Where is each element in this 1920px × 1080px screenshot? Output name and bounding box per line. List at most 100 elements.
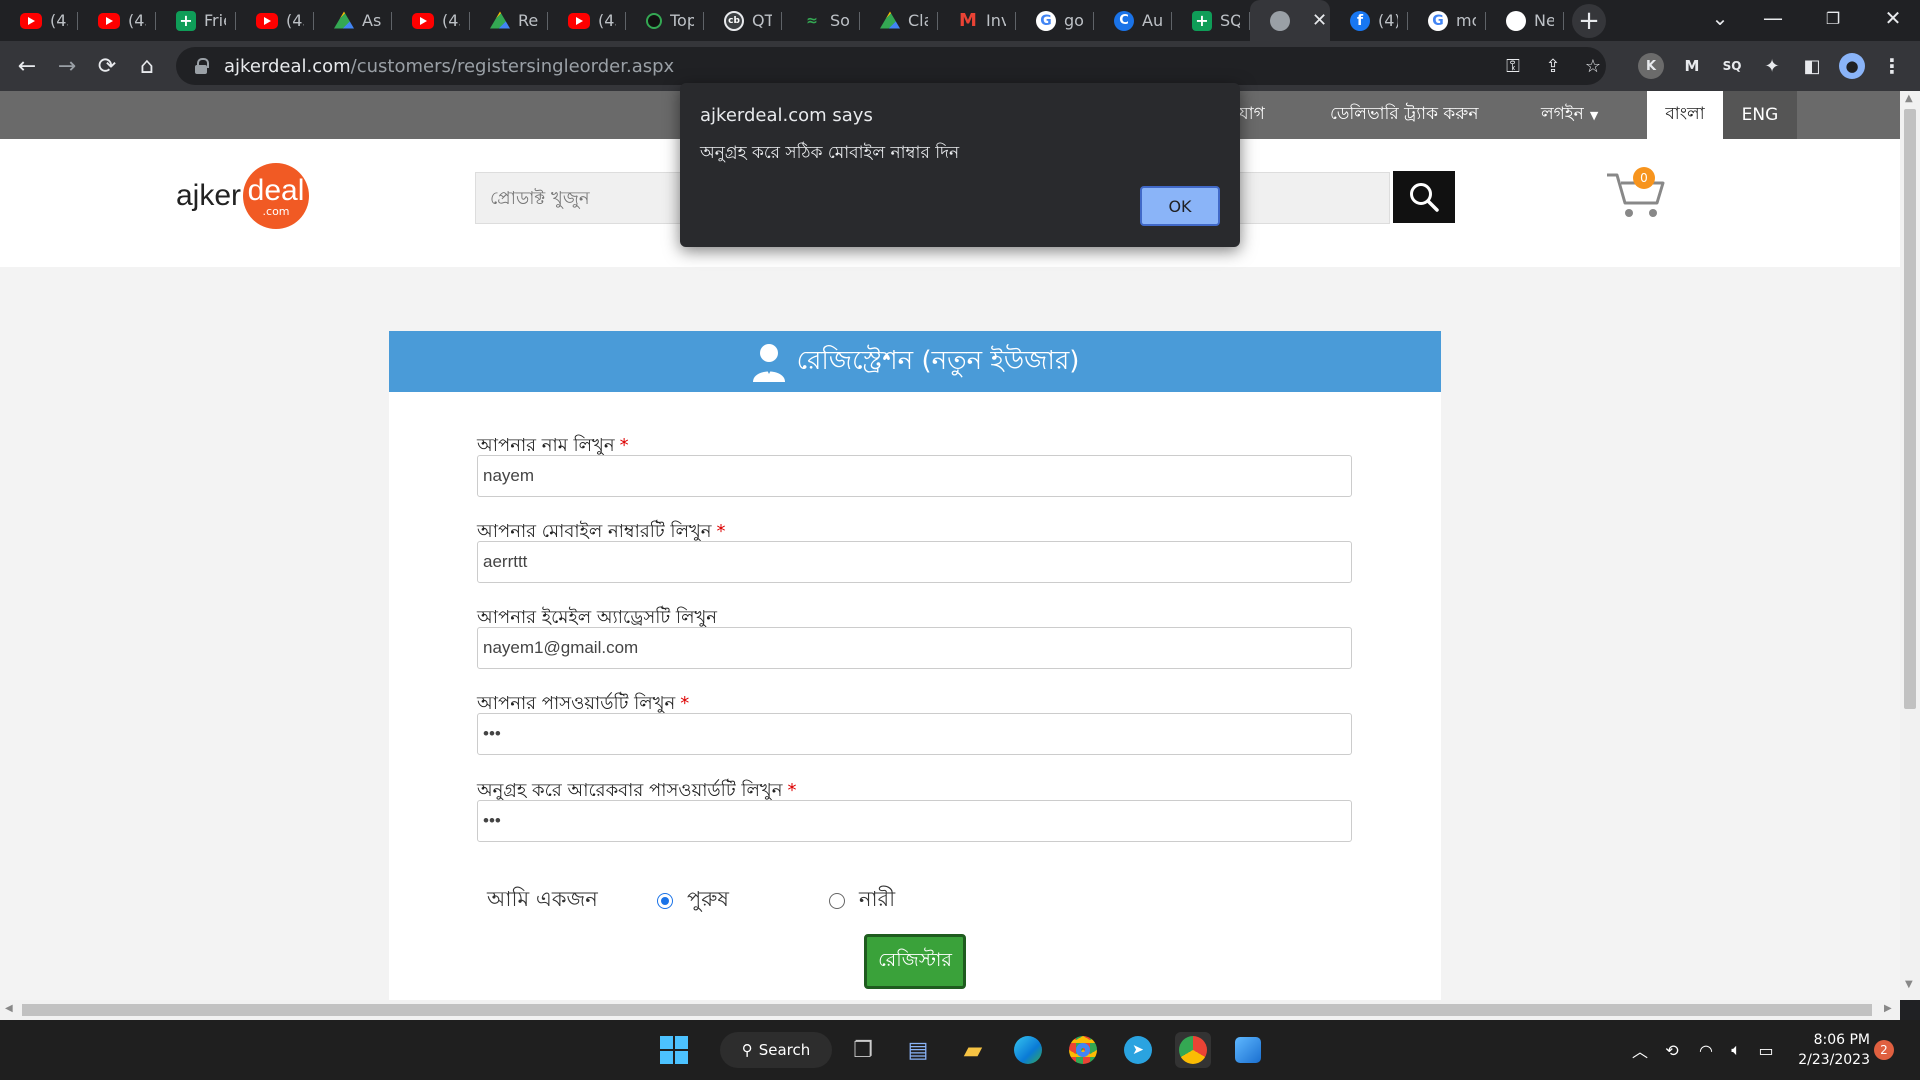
tab-top[interactable]: Top bbox=[626, 0, 704, 41]
tab-drive-3[interactable]: Clas bbox=[860, 0, 938, 41]
tab-youtube-3[interactable]: (45) bbox=[236, 0, 314, 41]
tab-drive-2[interactable]: Resu bbox=[470, 0, 548, 41]
gender-male-option[interactable]: পুরুষ bbox=[657, 883, 729, 918]
tab-new[interactable]: New bbox=[1486, 0, 1564, 41]
language-english-button[interactable]: ENG bbox=[1723, 91, 1797, 139]
scroll-up-arrow-icon[interactable]: ▲ bbox=[1905, 93, 1913, 104]
battery-icon[interactable]: ▭ bbox=[1752, 1034, 1780, 1066]
mobile-input[interactable]: aerrttt bbox=[477, 541, 1352, 583]
tab-label: (45) bbox=[128, 11, 146, 30]
forward-button[interactable]: → bbox=[47, 41, 87, 91]
horizontal-scrollbar[interactable]: ◀ ▶ bbox=[0, 1000, 1900, 1020]
scroll-right-arrow-icon[interactable]: ▶ bbox=[1884, 1003, 1892, 1014]
register-button[interactable]: রেজিস্টার bbox=[864, 934, 966, 989]
restore-button[interactable]: ❐ bbox=[1805, 0, 1861, 36]
tab-soft[interactable]: ≈ Soft bbox=[782, 0, 860, 41]
extension-m-icon[interactable]: M bbox=[1679, 53, 1705, 79]
task-view-icon[interactable]: ❐ bbox=[845, 1032, 881, 1068]
extension-k-icon[interactable]: K bbox=[1638, 53, 1664, 79]
alert-ok-button[interactable]: OK bbox=[1140, 186, 1220, 226]
sync-icon[interactable]: ⟲ bbox=[1658, 1034, 1686, 1066]
confirm-password-input[interactable]: ••• bbox=[477, 800, 1352, 842]
tab-label: (4) F bbox=[1378, 11, 1398, 30]
radio-male[interactable] bbox=[657, 892, 673, 909]
email-input[interactable]: nayem1@gmail.com bbox=[477, 627, 1352, 669]
reload-button[interactable]: ⟳ bbox=[87, 41, 127, 91]
edge-icon[interactable] bbox=[1010, 1032, 1046, 1068]
telegram-logo: ➤ bbox=[1124, 1036, 1152, 1064]
youtube-icon bbox=[568, 12, 590, 29]
close-tab-icon[interactable]: ✕ bbox=[1312, 10, 1327, 31]
ajkerdeal-logo[interactable]: ajker deal .com bbox=[176, 161, 310, 231]
required-asterisk: * bbox=[787, 780, 797, 801]
tab-qtg[interactable]: cb QTG bbox=[704, 0, 782, 41]
drive-icon bbox=[490, 11, 510, 29]
chrome-profile-logo bbox=[1179, 1036, 1207, 1064]
cart-button[interactable]: 0 bbox=[1605, 167, 1669, 219]
close-window-button[interactable]: ✕ bbox=[1865, 0, 1920, 36]
logo-circle: deal .com bbox=[243, 163, 310, 229]
tab-google-2[interactable]: Gmok bbox=[1408, 0, 1486, 41]
tab-youtube-4[interactable]: (45) bbox=[392, 0, 470, 41]
name-input[interactable]: nayem bbox=[477, 455, 1352, 497]
alert-dialog: ajkerdeal.com says অনুগ্রহ করে সঠিক মোবা… bbox=[680, 83, 1240, 247]
login-dropdown[interactable]: লগইন ▼ bbox=[1541, 91, 1598, 139]
tab-auto[interactable]: C Autc bbox=[1094, 0, 1172, 41]
password-input[interactable]: ••• bbox=[477, 713, 1352, 755]
radio-female[interactable] bbox=[829, 892, 845, 909]
home-button[interactable]: ⌂ bbox=[127, 41, 167, 91]
google-icon: G bbox=[1428, 10, 1448, 31]
tab-youtube-1[interactable]: (45) bbox=[0, 0, 78, 41]
scroll-down-arrow-icon[interactable]: ▼ bbox=[1905, 979, 1913, 990]
file-explorer-icon[interactable]: ▰ bbox=[955, 1032, 991, 1068]
notification-badge[interactable]: 2 bbox=[1874, 1040, 1894, 1060]
chrome-profile-icon[interactable] bbox=[1175, 1032, 1211, 1068]
password-label-text: আপনার পাসওয়ার্ডটি লিখুন bbox=[477, 693, 676, 714]
tab-gmail[interactable]: M Invit bbox=[938, 0, 1016, 41]
horizontal-scroll-thumb[interactable] bbox=[22, 1004, 1872, 1016]
tab-youtube-5[interactable]: (45) bbox=[548, 0, 626, 41]
wifi-icon[interactable]: ◠ bbox=[1692, 1034, 1720, 1066]
tab-youtube-2[interactable]: (45) bbox=[78, 0, 156, 41]
language-bangla-button[interactable]: বাংলা bbox=[1647, 91, 1723, 139]
show-hidden-icons-chevron-icon[interactable]: ︿ bbox=[1628, 1034, 1652, 1066]
chrome-icon[interactable] bbox=[1065, 1032, 1101, 1068]
tab-facebook[interactable]: f (4) F bbox=[1330, 0, 1408, 41]
extensions-puzzle-icon[interactable]: ✦ bbox=[1759, 53, 1785, 79]
address-bar[interactable]: ajkerdeal.com/customers/registersingleor… bbox=[176, 47, 1606, 85]
search-button[interactable] bbox=[1393, 171, 1455, 223]
side-panel-icon[interactable]: ◧ bbox=[1799, 53, 1825, 79]
tab-google-1[interactable]: Ggoo bbox=[1016, 0, 1094, 41]
menu-kebab-icon[interactable]: ⋮ bbox=[1879, 53, 1905, 79]
volume-icon[interactable]: 🔈︎ bbox=[1722, 1034, 1750, 1066]
gender-female-option[interactable]: নারী bbox=[829, 883, 895, 918]
bookmark-star-icon[interactable]: ☆ bbox=[1578, 47, 1608, 85]
minimize-button[interactable]: — bbox=[1745, 0, 1801, 36]
vertical-scroll-thumb[interactable] bbox=[1904, 109, 1916, 709]
tab-active[interactable]: (✕ bbox=[1250, 0, 1330, 41]
taskbar-search-label: Search bbox=[758, 1041, 811, 1059]
tab-sheets-1[interactable]: + Frier bbox=[156, 0, 236, 41]
telegram-icon[interactable]: ➤ bbox=[1120, 1032, 1156, 1068]
search-icon bbox=[1410, 183, 1439, 212]
tab-search-chevron-icon[interactable]: ⌄ bbox=[1692, 0, 1748, 36]
track-delivery-link[interactable]: ডেলিভারি ট্র্যাক করুন bbox=[1330, 91, 1478, 139]
back-button[interactable]: ← bbox=[7, 41, 47, 91]
taskbar-search[interactable]: ⚲ Search bbox=[720, 1032, 832, 1068]
key-icon[interactable]: ⚿ bbox=[1498, 47, 1528, 85]
tab-drive-1[interactable]: Assi bbox=[314, 0, 392, 41]
tab-sheets-2[interactable]: + SQA bbox=[1172, 0, 1250, 41]
share-icon[interactable]: ⇪ bbox=[1538, 47, 1568, 85]
tab-label: mok bbox=[1456, 11, 1476, 30]
new-tab-button[interactable]: + bbox=[1572, 3, 1606, 38]
gender-prompt: আমি একজন bbox=[487, 887, 598, 911]
photos-icon[interactable]: ▤ bbox=[900, 1032, 936, 1068]
windows-start-icon[interactable] bbox=[656, 1032, 692, 1068]
scroll-left-arrow-icon[interactable]: ◀ bbox=[5, 1003, 13, 1014]
vertical-scrollbar[interactable]: ▲ ▼ bbox=[1900, 91, 1920, 1000]
profile-avatar[interactable]: ● bbox=[1839, 53, 1865, 79]
tab-label: (45) bbox=[598, 11, 616, 30]
extension-sq-icon[interactable]: SQ bbox=[1719, 53, 1745, 79]
taskbar-clock[interactable]: 8:06 PM 2/23/2023 bbox=[1790, 1030, 1870, 1070]
snipping-tool-icon[interactable] bbox=[1230, 1032, 1266, 1068]
